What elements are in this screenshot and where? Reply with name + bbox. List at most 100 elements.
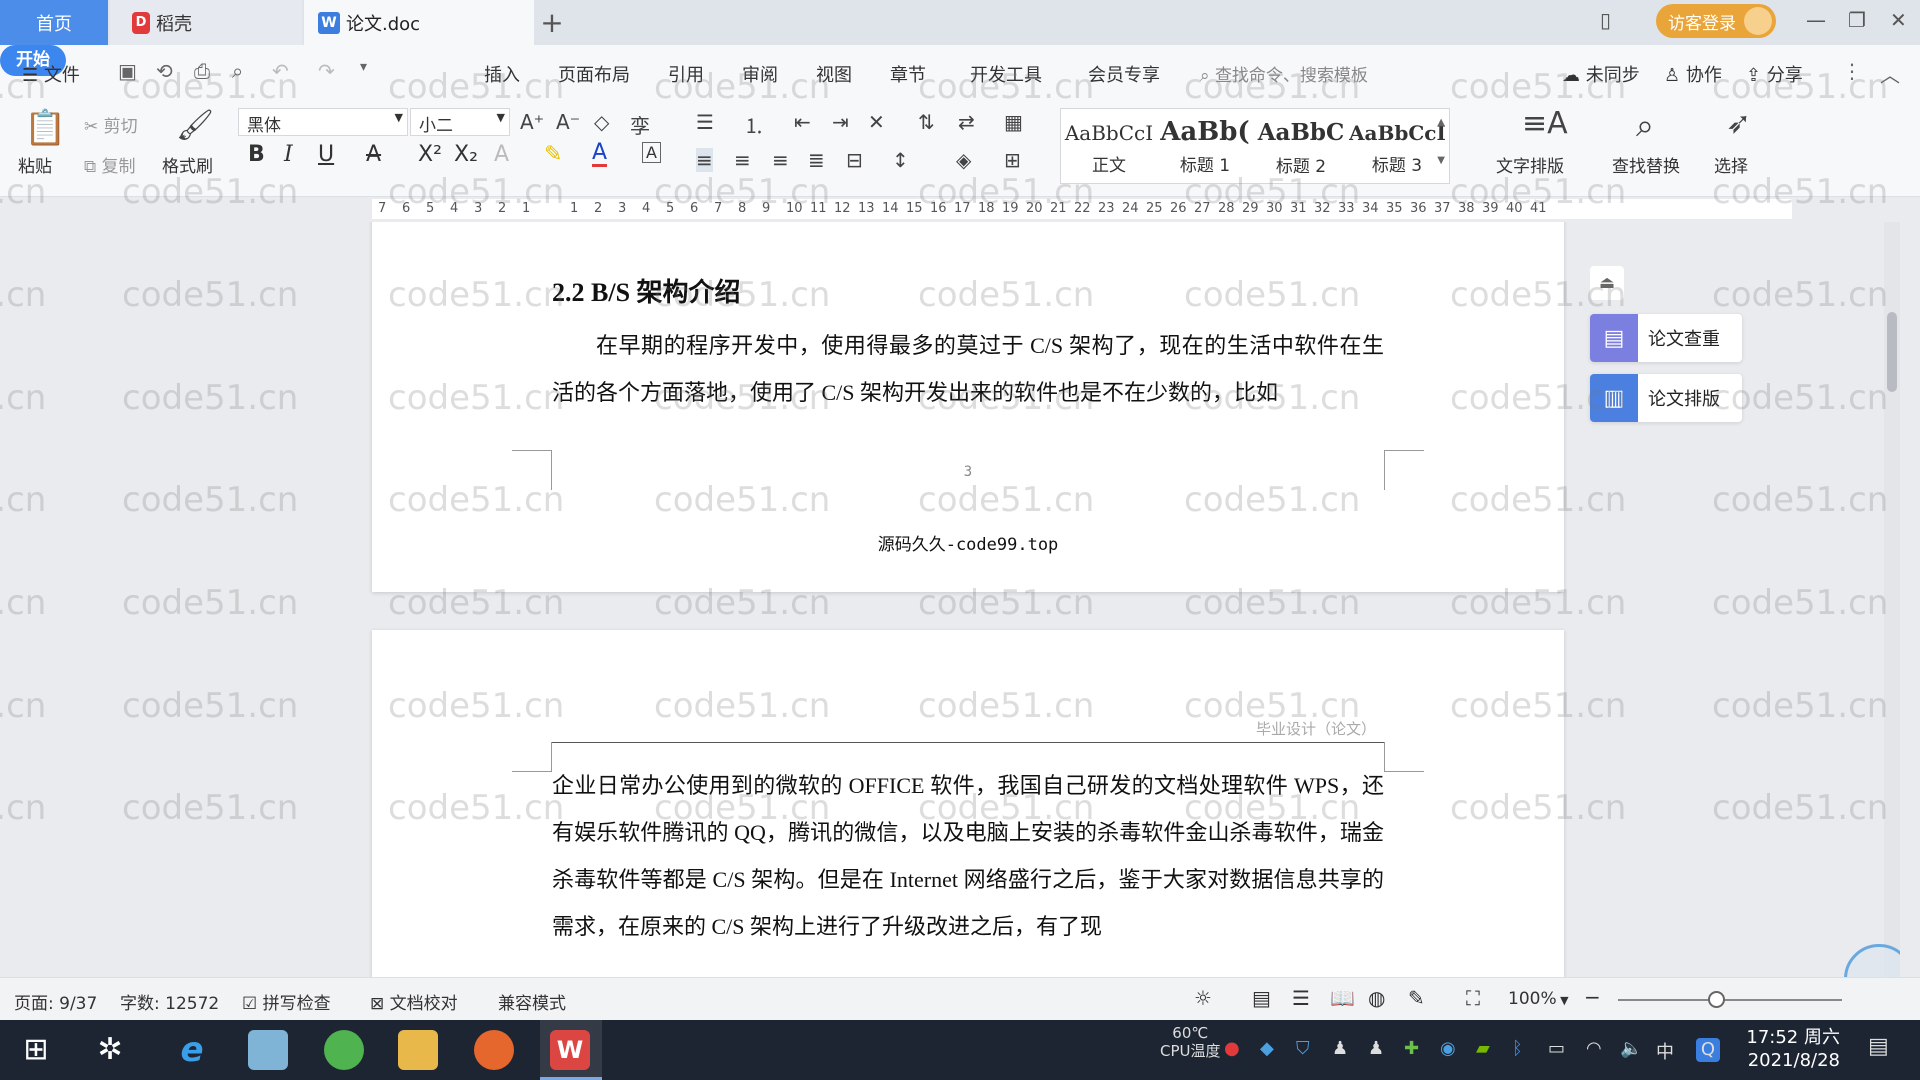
brush-icon[interactable]: 🖌 (176, 108, 214, 143)
green-browser-icon[interactable] (324, 1030, 364, 1070)
align-right-icon[interactable]: ≡ (772, 148, 789, 172)
distribute-icon[interactable]: ⊟ (846, 148, 863, 172)
write-view-icon[interactable]: ✎ (1408, 986, 1425, 1010)
tray-app-icon[interactable]: ♟ (1332, 1038, 1348, 1059)
media-app-icon[interactable] (474, 1030, 514, 1070)
menu-devtools[interactable]: 开发工具 (970, 61, 1042, 87)
clear-format-icon[interactable]: ◇ (594, 110, 609, 134)
fit-page-icon[interactable]: ⛶ (1466, 986, 1480, 1010)
battery-icon[interactable]: ▭ (1548, 1038, 1565, 1059)
underline-icon[interactable]: U (318, 142, 334, 167)
proofread-button[interactable]: ⊠ 文档校对 (370, 989, 458, 1014)
bold-icon[interactable]: B (248, 142, 265, 167)
align-left-icon[interactable]: ≡ (696, 148, 713, 172)
tab-home[interactable]: 首页 (0, 0, 108, 45)
customize-toolbar-icon[interactable]: ▾ (360, 59, 367, 75)
subscript-icon[interactable]: X₂ (454, 142, 478, 167)
paste-icon[interactable]: 📋 (24, 108, 66, 148)
phonetic-icon[interactable]: 孪 (630, 110, 650, 139)
text-layout-button[interactable]: 文字排版 (1496, 152, 1564, 177)
strikethrough-icon[interactable]: A (366, 142, 381, 167)
paper-format-button[interactable]: ▥ 论文排版 (1590, 374, 1742, 422)
select-button[interactable]: 选择 (1714, 152, 1748, 177)
magnifier-icon[interactable]: ⌕ (1636, 106, 1654, 145)
reading-view-icon[interactable]: 📖 (1330, 986, 1355, 1010)
ime-indicator[interactable]: 中 (1656, 1038, 1674, 1064)
increase-indent-icon[interactable]: ⇥ (832, 110, 849, 134)
text-direction-icon[interactable]: ⇄ (958, 110, 975, 134)
page-view-icon[interactable]: ▤ (1252, 986, 1271, 1010)
numbered-list-icon[interactable]: ⒈ (744, 110, 764, 139)
share-button[interactable]: ⇪ 分享 (1746, 61, 1803, 87)
style-heading-2[interactable]: AaBbC 标题 2 (1253, 109, 1349, 183)
shield-icon[interactable]: ⛉ (1296, 1038, 1310, 1059)
find-replace-button[interactable]: 查找替换 (1612, 152, 1680, 177)
highlight-icon[interactable]: ✎ (544, 142, 562, 167)
scrollbar-thumb[interactable] (1887, 312, 1897, 392)
ie-browser-icon[interactable]: e (172, 1030, 212, 1070)
nvidia-icon[interactable]: ▰ (1476, 1038, 1490, 1059)
cursor-icon[interactable]: ➶ (1726, 106, 1751, 141)
grow-font-icon[interactable]: A⁺ (520, 110, 544, 134)
export-icon[interactable]: ⟲ (156, 59, 173, 83)
save-icon[interactable]: ▣ (118, 59, 137, 83)
new-tab-button[interactable]: + (538, 0, 566, 45)
undo-icon[interactable]: ↶ (272, 59, 289, 83)
font-size-select[interactable]: 小二 ▼ (410, 108, 510, 136)
spell-check-button[interactable]: ☑ 拼写检查 (242, 989, 331, 1014)
menu-review[interactable]: 审阅 (742, 61, 778, 87)
menu-member[interactable]: 会员专享 (1088, 61, 1160, 87)
notification-icon[interactable]: ▤ (1868, 1034, 1889, 1059)
redo-icon[interactable]: ↷ (318, 59, 335, 83)
paste-button[interactable]: 粘贴 (18, 152, 52, 177)
restore-icon[interactable]: ❐ (1848, 8, 1866, 32)
text-effect-icon[interactable]: A (494, 142, 509, 167)
page-indicator[interactable]: 页面: 9/37 (14, 989, 97, 1014)
layout-toggle-icon[interactable]: ▯ (1600, 8, 1611, 32)
zoom-slider[interactable] (1618, 999, 1842, 1001)
bluetooth-icon[interactable]: ᛒ (1512, 1038, 1523, 1059)
align-center-icon[interactable]: ≡ (734, 148, 751, 172)
file-menu[interactable]: ☰ 文件 (22, 61, 80, 87)
qq-icon[interactable]: Q (1696, 1038, 1720, 1062)
document-area[interactable]: 2.2 B/S 架构介绍 在早期的程序开发中，使用得最多的莫过于 C/S 架构了… (0, 222, 1900, 977)
clock[interactable]: 17:52 周六 2021/8/28 (1740, 1026, 1840, 1072)
zoom-level[interactable]: 100% ▼ (1508, 989, 1569, 1009)
chinese-layout-icon[interactable]: ✕ (868, 110, 885, 134)
menu-view[interactable]: 视图 (816, 61, 852, 87)
superscript-icon[interactable]: X² (418, 142, 442, 167)
assistant-icon[interactable] (1844, 944, 1900, 977)
file-explorer-icon[interactable] (398, 1030, 438, 1070)
tab-document[interactable]: W 论文.doc (304, 0, 534, 45)
collab-button[interactable]: ♙ 协作 (1664, 61, 1722, 87)
scroll-top-icon[interactable]: ⏏ (1590, 266, 1624, 300)
menu-reference[interactable]: 引用 (668, 61, 704, 87)
tab-docer[interactable]: D 稻壳 (110, 0, 302, 45)
close-icon[interactable]: ✕ (1890, 8, 1907, 32)
tray-app-icon[interactable]: ✚ (1404, 1038, 1419, 1059)
menu-chapter[interactable]: 章节 (890, 61, 926, 87)
tray-app-icon[interactable]: ◉ (1440, 1038, 1456, 1059)
copy-button[interactable]: ⧉ 复制 (84, 152, 136, 177)
word-count[interactable]: 字数: 12572 (120, 989, 219, 1014)
notepad-app-icon[interactable] (248, 1030, 288, 1070)
volume-icon[interactable]: 🔈 (1620, 1038, 1642, 1059)
eye-protection-icon[interactable]: ☼ (1194, 986, 1212, 1010)
italic-icon[interactable]: I (284, 142, 293, 167)
vertical-scrollbar[interactable] (1884, 222, 1900, 977)
wifi-icon[interactable]: ◠ (1586, 1038, 1602, 1059)
tray-app-icon[interactable]: ◆ (1260, 1038, 1274, 1059)
sync-status[interactable]: ☁ 未同步 (1562, 61, 1640, 87)
style-heading-3[interactable]: AaBbCcI 标题 3 (1349, 109, 1445, 183)
shading-icon[interactable]: ◈ (956, 148, 971, 172)
more-icon[interactable]: ⋮ (1842, 59, 1862, 83)
line-spacing-icon[interactable]: ↕ (892, 148, 909, 172)
ruler[interactable]: 7 6 5 4 3 2 1 1 2 3 4 5 6 7 8 9 10 11 12 13 14 15 16 17 18 19 20 21… (0, 197, 1900, 222)
char-border-icon[interactable]: A (642, 142, 661, 163)
bullet-list-icon[interactable]: ☰ (696, 110, 714, 134)
windows-start-icon[interactable]: ⊞ (16, 1030, 56, 1070)
command-search[interactable]: ⌕ 查找命令、搜索模板 (1200, 61, 1368, 86)
justify-icon[interactable]: ≣ (808, 148, 825, 172)
sort-icon[interactable]: ⇅ (918, 110, 935, 134)
tray-app-icon[interactable]: ♟ (1368, 1038, 1384, 1059)
